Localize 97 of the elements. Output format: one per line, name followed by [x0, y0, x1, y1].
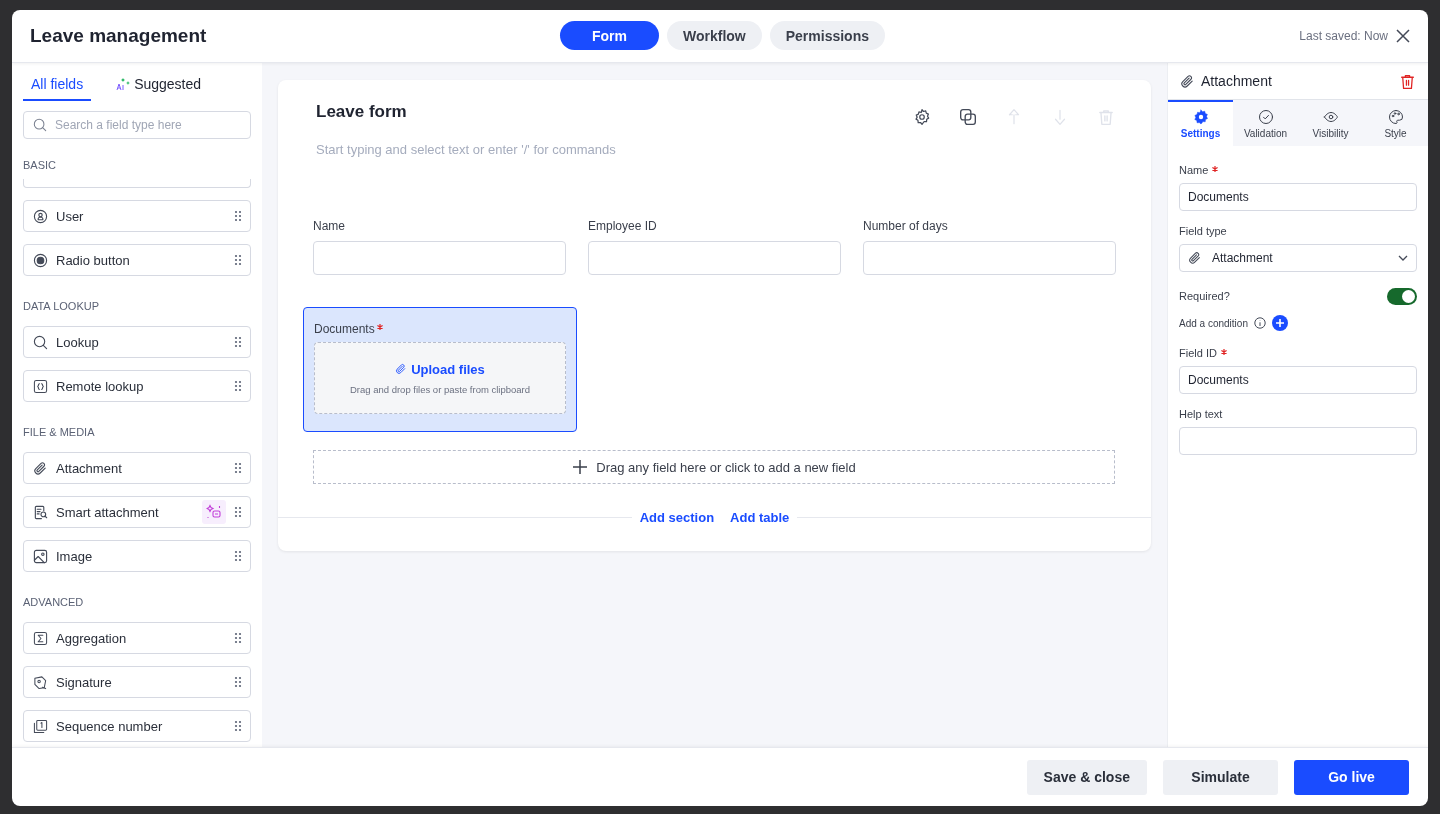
search-icon — [33, 334, 48, 350]
drag-handle-icon[interactable] — [234, 380, 242, 392]
help-text-input-field[interactable] — [1179, 427, 1417, 455]
drag-handle-icon[interactable] — [234, 336, 242, 348]
info-icon — [1253, 317, 1266, 329]
text-input-field[interactable] — [313, 241, 566, 275]
form-field[interactable]: Name — [313, 219, 566, 275]
field-label: Employee ID — [588, 219, 657, 233]
panel-title: Attachment — [1201, 73, 1273, 89]
field-label: Field ID — [1179, 347, 1217, 359]
palette-item[interactable]: Radio button — [23, 244, 251, 276]
last-saved-text: Last saved: Now — [1299, 29, 1388, 43]
drag-handle-icon[interactable] — [234, 676, 242, 688]
name-input-field[interactable]: Documents — [1179, 183, 1417, 211]
palette-item[interactable]: User — [23, 200, 251, 232]
palette-item[interactable]: Remote lookup — [23, 370, 251, 402]
drag-handle-icon[interactable] — [234, 462, 242, 474]
required-toggle[interactable] — [1387, 288, 1417, 305]
palette-item[interactable]: Image — [23, 540, 251, 572]
drag-handle-icon[interactable] — [234, 210, 242, 222]
selected-field[interactable]: Documents Upload files Drag and drop files or paste from clipboard — [303, 307, 577, 432]
drag-handle-icon[interactable] — [234, 632, 242, 644]
close-icon[interactable] — [1396, 29, 1410, 43]
check-circle-icon — [1257, 109, 1274, 125]
braces-icon — [33, 378, 48, 394]
paperclip-icon — [1188, 251, 1202, 265]
settings-icon — [1192, 109, 1209, 125]
property-tab[interactable]: Validation — [1233, 100, 1298, 146]
plus-icon — [1275, 319, 1284, 327]
upload-dropzone[interactable]: Upload files Drag and drop files or paste from clipboard — [314, 342, 566, 414]
add-field-dropzone[interactable]: Drag any field here or click to add a new field — [313, 450, 1115, 484]
user-icon — [33, 208, 48, 224]
paperclip-icon — [395, 363, 408, 375]
property-tab[interactable]: Style — [1363, 100, 1428, 146]
sparkle-icon — [115, 77, 132, 91]
text-input-field[interactable] — [863, 241, 1116, 275]
field-label: Documents — [314, 322, 375, 336]
trash-icon — [1399, 72, 1416, 90]
radio-icon — [33, 252, 48, 268]
settings-icon[interactable] — [913, 108, 931, 126]
view-tab[interactable]: Form — [560, 21, 659, 50]
field-label: Name — [1179, 164, 1209, 176]
palette-item[interactable]: Smart attachment — [23, 496, 251, 528]
drag-handle-icon[interactable] — [234, 506, 242, 518]
paperclip-icon — [33, 460, 48, 476]
drag-handle-icon[interactable] — [234, 550, 242, 562]
footer-button[interactable]: Go live — [1294, 759, 1409, 795]
view-tab[interactable]: Workflow — [667, 21, 762, 50]
image-icon — [33, 548, 48, 564]
group-heading: DATA LOOKUP — [23, 300, 100, 312]
upload-files-button[interactable]: Upload files — [395, 361, 485, 377]
sidebar-tab[interactable]: Suggested — [107, 63, 210, 101]
eye-icon — [1322, 109, 1339, 125]
palette-item[interactable]: Aggregation — [23, 622, 251, 654]
footer-button[interactable]: Simulate — [1163, 759, 1278, 795]
field-label: Field type — [1179, 225, 1227, 237]
footer-button[interactable]: Save & close — [1026, 759, 1147, 795]
form-field[interactable]: Employee ID — [588, 219, 841, 275]
condition-label: Add a condition — [1179, 317, 1248, 329]
field-type-dropdown[interactable]: Attachment — [1179, 244, 1417, 272]
add-link[interactable]: Add section — [631, 510, 723, 525]
palette-item[interactable]: Attachment — [23, 452, 251, 484]
group-heading: ADVANCED — [23, 596, 85, 608]
signature-icon — [33, 674, 48, 690]
palette-item[interactable]: Sequence number — [23, 710, 251, 742]
drag-handle-icon[interactable] — [234, 254, 242, 266]
window-title: Leave management — [30, 25, 207, 47]
sidebar-tab[interactable]: All fields — [23, 63, 92, 101]
palette-item[interactable]: Lookup — [23, 326, 251, 358]
field-label: Number of days — [863, 219, 948, 233]
group-heading: BASIC — [23, 159, 57, 171]
document-search-icon — [33, 504, 48, 520]
add-condition-button[interactable] — [1271, 315, 1288, 331]
upload-hint: Drag and drop files or paste from clipboard — [349, 383, 531, 395]
copy-icon[interactable] — [959, 108, 977, 126]
view-tab[interactable]: Permissions — [769, 21, 885, 50]
field-label: Name — [313, 219, 345, 233]
palette-item[interactable]: Signature — [23, 666, 251, 698]
sigma-icon — [33, 630, 48, 646]
field-label: Required? — [1179, 290, 1230, 302]
search-icon — [33, 118, 47, 132]
property-tab[interactable]: Visibility — [1298, 100, 1363, 146]
form-title: Leave form — [316, 102, 408, 122]
drag-handle-icon[interactable] — [234, 720, 242, 732]
palette-icon — [1387, 109, 1404, 125]
plus-icon — [572, 459, 589, 475]
text-input-field[interactable] — [588, 241, 841, 275]
field-label: Help text — [1179, 408, 1223, 420]
search-field[interactable]: Search a field type here — [23, 111, 251, 139]
numbered-box-icon — [33, 718, 48, 734]
form-field[interactable]: Number of days — [863, 219, 1116, 275]
paperclip-icon — [1180, 73, 1195, 89]
chevron-down-icon — [1398, 255, 1408, 261]
field-id-input-field[interactable]: Documents — [1179, 366, 1417, 394]
add-link[interactable]: Add table — [722, 510, 798, 525]
property-tab[interactable]: Settings — [1168, 100, 1233, 146]
group-heading: FILE & MEDIA — [23, 426, 96, 438]
